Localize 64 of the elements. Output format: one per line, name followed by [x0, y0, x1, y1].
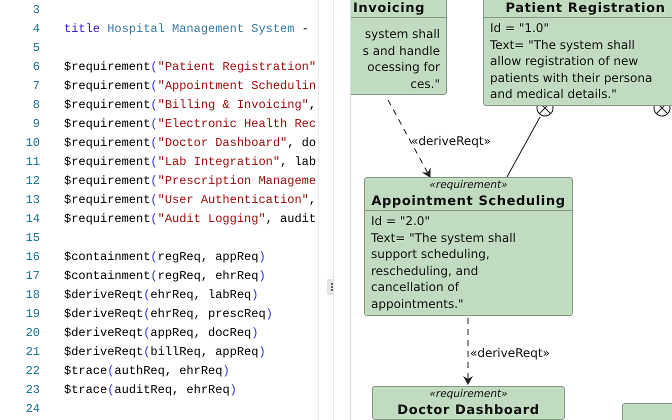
requirement-text: Text= "The system shall: [490, 36, 636, 54]
code-line: $requirement("User Authentication",: [63, 192, 316, 209]
requirement-text: rescheduling, and: [371, 262, 480, 280]
requirement-text: cancellation of: [371, 279, 460, 296]
code-line: $requirement("Electronic Health Rec: [63, 116, 316, 133]
requirement-text: appointments.": [371, 296, 465, 313]
line-number: 19: [24, 306, 40, 323]
line-number: 20: [24, 325, 40, 342]
code-line: $deriveReqt(appReq, docReq): [63, 325, 258, 342]
requirement-text: Id = "2.0": [371, 213, 431, 230]
line-number: 22: [24, 363, 40, 380]
code-line: $trace(auditReq, ehrReq): [63, 382, 237, 399]
requirement-text: patients with their persona: [490, 70, 654, 86]
line-number: 16: [24, 249, 40, 266]
line-number: 8: [32, 97, 40, 114]
relation-label: «deriveReqt»: [411, 133, 491, 150]
code-line: $trace(authReq, ehrReq): [63, 363, 230, 380]
code-line: $requirement("Appointment Schedulin: [63, 78, 316, 95]
requirement-text: Text= "The system shall: [371, 230, 517, 246]
line-number: 18: [24, 287, 40, 304]
code-line: $requirement("Lab Integration", lab: [63, 154, 316, 171]
line-number: 17: [24, 268, 40, 285]
requirement-title: Invoicing: [352, 0, 426, 17]
requirement-text: Id = "1.0": [490, 20, 550, 37]
line-number: 24: [24, 401, 40, 418]
dashed-arrow: [463, 318, 473, 385]
code-line: $deriveReqt(billReq, appReq): [63, 344, 266, 361]
code-line: $containment(regReq, ehrReq): [63, 268, 266, 285]
requirement-text: system shall: [364, 26, 440, 43]
requirement-text: ocessing for: [366, 59, 440, 76]
code-line: $requirement("Audit Logging", audit: [63, 211, 316, 228]
line-number: 7: [32, 78, 40, 95]
line-number: 15: [24, 230, 40, 247]
line-number: 14: [24, 211, 40, 228]
code-line: title Hospital Management System -: [63, 21, 309, 38]
code-line: $requirement("Patient Registration": [63, 59, 316, 76]
line-number: 6: [32, 59, 40, 76]
code-line: $requirement("Prescription Manageme: [63, 173, 316, 190]
requirement-text: ces.": [409, 76, 440, 92]
line-number: 10: [24, 135, 40, 152]
line-number: 4: [32, 21, 40, 38]
line-number: 21: [24, 344, 40, 361]
line-number: 13: [24, 192, 40, 209]
code-line: $requirement("Doctor Dashboard", do: [63, 135, 316, 152]
stereotype-label: «requirement»: [428, 387, 509, 401]
code-line: $requirement("Billing & Invoicing",: [63, 97, 316, 114]
line-number: 23: [24, 382, 40, 399]
line-number: 3: [32, 2, 40, 19]
code-line: $deriveReqt(ehrReq, labReq): [63, 287, 258, 304]
line-number: 5: [32, 40, 40, 57]
requirement-text: s and handle: [362, 42, 440, 60]
requirement-title: Appointment Scheduling: [370, 193, 567, 210]
relation-label: «deriveReqt»: [470, 345, 550, 362]
code-line: $containment(regReq, appReq): [63, 249, 266, 266]
requirement-text: and medical details.": [490, 86, 618, 103]
line-number: 11: [24, 154, 40, 171]
code-line: $deriveReqt(ehrReq, prescReq): [63, 306, 273, 323]
requirement-title: Doctor Dashboard: [396, 402, 541, 419]
requirement-title: Patient Registration: [504, 0, 666, 17]
line-number: 9: [32, 116, 40, 133]
line-number: 12: [24, 173, 40, 190]
stereotype-label: «requirement»: [428, 178, 509, 192]
requirement-text: support scheduling,: [371, 246, 491, 263]
requirement-text: allow registration of new: [490, 53, 640, 70]
